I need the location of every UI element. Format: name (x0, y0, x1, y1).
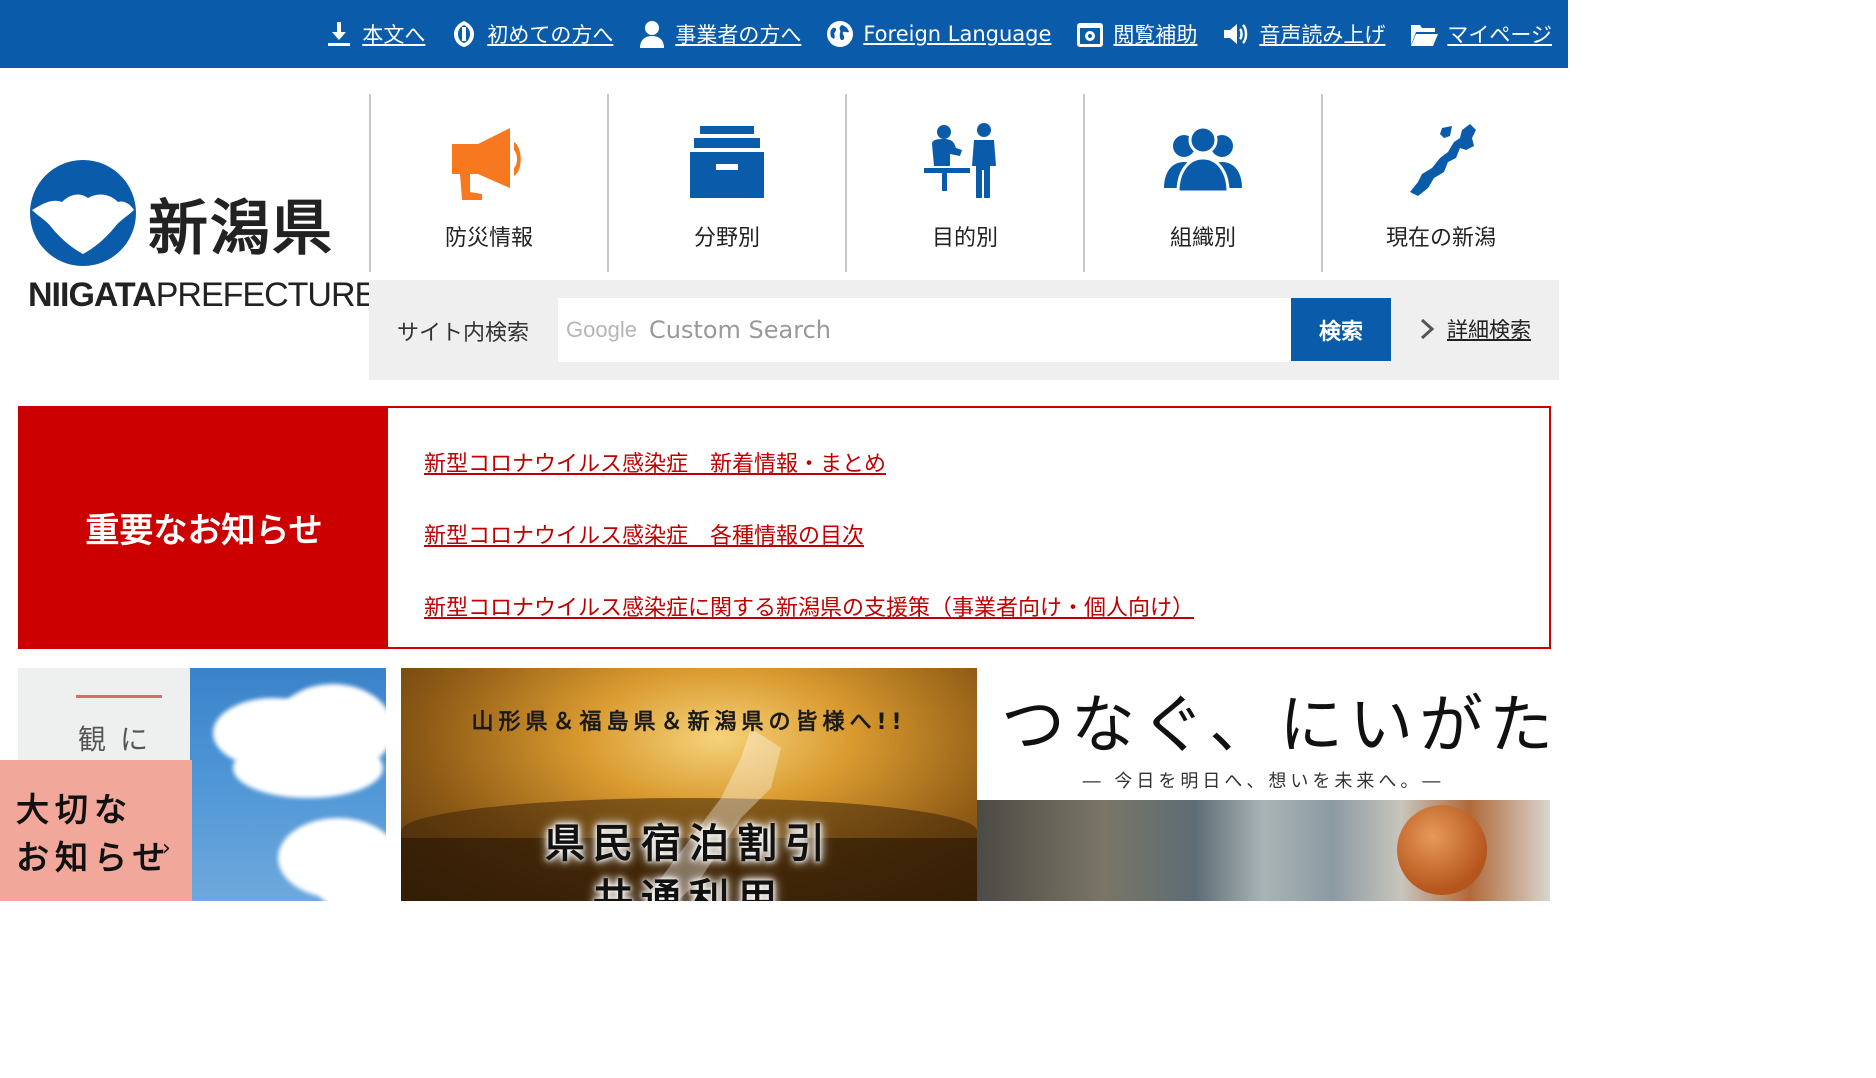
site-search: サイト内検索 Google Custom Search 検索 詳細検索 (369, 280, 1559, 380)
banner-tsunagu-niigata[interactable]: つなぐ、にいがた。 ― 今日を明日へ、想いを未来へ。― (977, 668, 1550, 901)
floating-notice-line1: 大切な (16, 790, 133, 829)
nav-by-purpose-label: 目的別 (931, 226, 998, 251)
banner2-header: 山形県＆福島県＆新潟県の皆様へ!! (471, 710, 907, 735)
reading-assist-link[interactable]: 閲覧補助 (1075, 19, 1197, 49)
megaphone-icon (452, 128, 521, 200)
my-page-label: マイページ (1447, 23, 1552, 47)
floating-notice-line2: お知らせ (16, 838, 172, 877)
main-nav: 防災情報 分野別 目的別 組織別 現在の新潟 (369, 94, 1559, 272)
business-users-label: 事業者の方へ (675, 23, 802, 47)
logo-english-bold: NIIGATA (28, 276, 157, 314)
chevron-right-icon: › (162, 836, 171, 861)
chevron-right-icon (1420, 318, 1435, 340)
group-icon (1164, 125, 1242, 194)
important-notice: 重要なお知らせ 新型コロナウイルス感染症 新着情報・まとめ 新型コロナウイルス感… (18, 406, 1551, 649)
book-text: 観に (78, 723, 163, 756)
notice-link[interactable]: 新型コロナウイルス感染症 各種情報の目次 (424, 518, 1194, 550)
nav-by-organization-label: 組織別 (1169, 226, 1236, 251)
nav-current-niigata-label: 現在の新潟 (1385, 226, 1496, 251)
skip-to-content-label: 本文へ (362, 23, 426, 47)
business-users-link[interactable]: 事業者の方へ (637, 19, 801, 49)
site-logo[interactable]: 新潟県 NIIGATAPREFECTURE (28, 158, 377, 318)
search-input[interactable]: Google Custom Search (558, 298, 1291, 362)
banner-lodging-discount[interactable]: 山形県＆福島県＆新潟県の皆様へ!! 県民宿泊割引 共通利用 (401, 668, 977, 901)
first-time-visitors-link[interactable]: 初めての方へ (449, 19, 613, 49)
banner3-photo-strip (977, 800, 1550, 901)
floating-notice-tab[interactable]: 大切な お知らせ › (0, 760, 192, 901)
notice-heading: 重要なお知らせ (20, 408, 388, 647)
nav-by-field[interactable]: 分野別 (607, 94, 845, 272)
my-page-link[interactable]: マイページ (1409, 19, 1552, 49)
foreign-language-label: Foreign Language (863, 22, 1052, 46)
logo-english: NIIGATAPREFECTURE (28, 276, 377, 315)
red-rule (76, 695, 162, 698)
skip-to-content-link[interactable]: 本文へ (324, 19, 425, 49)
accessibility-gear-icon (1077, 23, 1104, 47)
floating-notice-text: 大切な お知らせ (16, 786, 171, 882)
logo-kanji: 新潟県 (148, 194, 334, 264)
niigata-map-icon (1410, 124, 1476, 196)
banner3-title: つなぐ、にいがた。 (1001, 689, 1550, 763)
search-label: サイト内検索 (397, 321, 530, 346)
nav-disaster-info[interactable]: 防災情報 (369, 94, 607, 272)
first-time-visitors-label: 初めての方へ (487, 23, 614, 47)
foreign-language-link[interactable]: Foreign Language (825, 19, 1051, 49)
counter-service-icon (924, 123, 996, 198)
download-arrow-icon (328, 22, 351, 46)
advanced-search-link[interactable]: 詳細検索 (1419, 314, 1531, 344)
search-button[interactable]: 検索 (1291, 298, 1391, 361)
nav-by-field-label: 分野別 (693, 226, 760, 251)
nav-current-niigata[interactable]: 現在の新潟 (1321, 94, 1559, 272)
basketball-shape (1397, 805, 1487, 895)
text-to-speech-link[interactable]: 音声読み上げ (1221, 19, 1385, 49)
folder-icon (1411, 25, 1439, 46)
person-icon (640, 21, 665, 48)
banner3-subtitle: ― 今日を明日へ、想いを未来へ。― (1082, 771, 1445, 792)
banner2-title: 県民宿泊割引 (545, 821, 833, 867)
notice-list: 新型コロナウイルス感染症 新着情報・まとめ 新型コロナウイルス感染症 各種情報の… (424, 446, 1194, 662)
niigata-emblem-icon (30, 160, 136, 266)
leaf-badge-icon (454, 21, 475, 47)
speaker-icon (1224, 24, 1248, 44)
utility-bar: 本文へ 初めての方へ 事業者の方へ Foreign Language 閲覧補助 … (0, 0, 1568, 68)
logo-english-light: PREFECTURE (155, 276, 377, 314)
file-box-icon (690, 126, 764, 198)
notice-link[interactable]: 新型コロナウイルス感染症 新着情報・まとめ (424, 446, 1194, 478)
google-branding: Google (566, 317, 637, 342)
banner2-subtitle: 共通利用 (593, 876, 785, 901)
notice-link[interactable]: 新型コロナウイルス感染症に関する新潟県の支援策（事業者向け・個人向け） (424, 590, 1194, 622)
text-to-speech-label: 音声読み上げ (1259, 23, 1386, 47)
nav-by-purpose[interactable]: 目的別 (845, 94, 1083, 272)
nav-by-organization[interactable]: 組織別 (1083, 94, 1321, 272)
nav-disaster-info-label: 防災情報 (444, 226, 533, 251)
advanced-search-label: 詳細検索 (1447, 318, 1531, 342)
utility-links: 本文へ 初めての方へ 事業者の方へ Foreign Language 閲覧補助 … (300, 0, 1552, 68)
cloud-shape (233, 738, 383, 798)
search-placeholder: Custom Search (648, 316, 831, 344)
reading-assist-label: 閲覧補助 (1113, 23, 1198, 47)
globe-icon (827, 21, 854, 47)
